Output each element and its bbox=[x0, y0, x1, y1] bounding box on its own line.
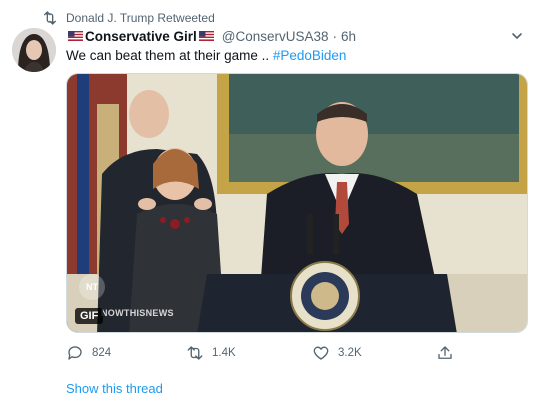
like-button[interactable]: 3.2K bbox=[312, 344, 362, 362]
tweet-time[interactable]: 6h bbox=[341, 29, 356, 44]
tweet-header: Conservative Girl @ConservUSA38 · 6h bbox=[66, 27, 528, 45]
hashtag-link[interactable]: #PedoBiden bbox=[273, 48, 347, 63]
gif-frame-image bbox=[67, 74, 527, 332]
avatar[interactable] bbox=[12, 28, 56, 72]
author-name[interactable]: Conservative Girl bbox=[66, 29, 216, 44]
share-button[interactable] bbox=[436, 344, 462, 362]
show-thread-link[interactable]: Show this thread bbox=[66, 381, 163, 396]
gif-badge: GIF bbox=[75, 308, 104, 324]
like-count: 3.2K bbox=[338, 347, 362, 359]
reply-button[interactable]: 824 bbox=[66, 344, 111, 362]
retweet-count: 1.4K bbox=[212, 347, 236, 359]
separator-dot: · bbox=[332, 28, 338, 44]
tweet-actions: 824 1.4K 3.2K bbox=[66, 344, 466, 362]
retweet-icon bbox=[42, 11, 58, 25]
retweet-banner-text: Donald J. Trump Retweeted bbox=[66, 11, 215, 25]
heart-icon bbox=[313, 346, 329, 360]
reply-count: 824 bbox=[92, 347, 112, 359]
reply-icon bbox=[68, 346, 82, 360]
tweet-text: We can beat them at their game .. #PedoB… bbox=[66, 48, 346, 63]
tweet-media-gif[interactable]: NT NOWTHISNEWS GIF bbox=[66, 73, 528, 333]
retweet-icon bbox=[187, 346, 203, 360]
retweet-button[interactable]: 1.4K bbox=[186, 344, 236, 362]
us-flag-icon bbox=[198, 31, 214, 41]
author-handle[interactable]: @ConservUSA38 bbox=[222, 29, 329, 44]
media-watermark: NOWTHISNEWS bbox=[101, 308, 174, 318]
chevron-down-icon[interactable] bbox=[510, 29, 524, 43]
us-flag-icon bbox=[68, 31, 83, 41]
share-icon bbox=[438, 346, 452, 359]
retweet-banner[interactable]: Donald J. Trump Retweeted bbox=[42, 10, 215, 26]
media-logo: NT bbox=[79, 274, 105, 300]
display-name: Conservative Girl bbox=[85, 28, 197, 44]
tweet-body: We can beat them at their game .. bbox=[66, 48, 270, 63]
